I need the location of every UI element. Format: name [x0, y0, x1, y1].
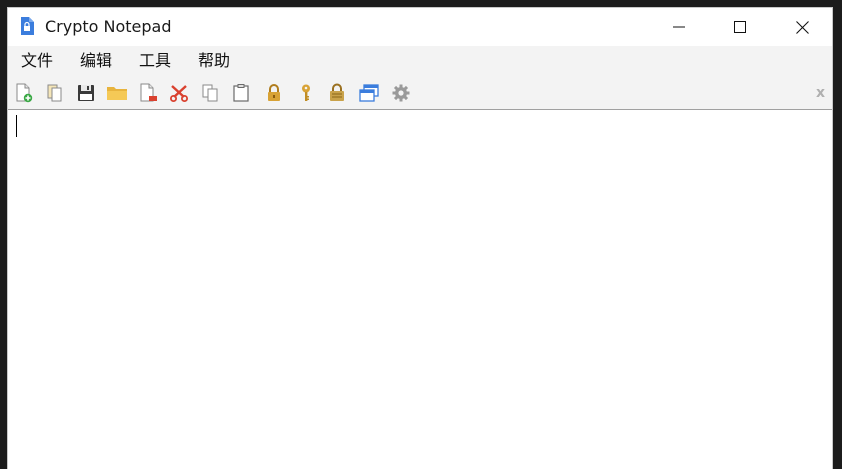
maximize-icon	[734, 21, 746, 33]
settings-button[interactable]	[389, 81, 413, 105]
minimize-button[interactable]	[649, 8, 709, 46]
app-lock-document-icon	[21, 17, 34, 35]
toolbar: x	[8, 76, 832, 110]
gear-icon	[392, 84, 410, 102]
menu-edit[interactable]: 编辑	[78, 51, 114, 71]
cut-icon	[170, 85, 188, 102]
app-window: Crypto Notepad 文件 编辑 工具 帮助 x	[7, 7, 833, 469]
close-icon	[795, 20, 809, 34]
copy-button[interactable]	[198, 81, 222, 105]
new-file-icon	[16, 83, 33, 103]
maximize-button[interactable]	[710, 8, 770, 46]
open-folder-icon	[107, 87, 127, 100]
key-icon	[302, 84, 310, 101]
window-title: Crypto Notepad	[45, 17, 172, 36]
paste-icon	[233, 84, 249, 102]
new-file-button[interactable]	[12, 81, 36, 105]
export-file-button[interactable]	[136, 81, 160, 105]
windows-button[interactable]	[357, 81, 381, 105]
menu-file[interactable]: 文件	[19, 51, 55, 71]
text-caret	[16, 115, 17, 137]
encrypt-icon	[330, 83, 344, 101]
copy-icon	[202, 84, 218, 102]
close-button[interactable]	[772, 8, 832, 46]
minimize-icon	[673, 26, 685, 28]
paste-button[interactable]	[229, 81, 253, 105]
export-file-icon	[140, 83, 157, 102]
menu-help[interactable]: 帮助	[196, 51, 232, 71]
save-icon	[78, 85, 94, 101]
lock-button[interactable]	[262, 81, 286, 105]
open-folder-button[interactable]	[105, 81, 129, 105]
menu-bar: 文件 编辑 工具 帮助	[8, 46, 832, 76]
save-button[interactable]	[74, 81, 98, 105]
title-bar[interactable]: Crypto Notepad	[8, 8, 832, 46]
menu-tools[interactable]: 工具	[137, 51, 173, 71]
duplicate-file-button[interactable]	[43, 81, 67, 105]
encrypt-button[interactable]	[325, 81, 349, 105]
key-button[interactable]	[294, 81, 318, 105]
cut-button[interactable]	[167, 81, 191, 105]
toolbar-close-button[interactable]: x	[816, 86, 825, 100]
lock-icon	[268, 84, 280, 101]
windows-icon	[359, 84, 379, 102]
editor-textarea[interactable]	[10, 111, 830, 469]
copy-file-icon	[47, 84, 62, 102]
